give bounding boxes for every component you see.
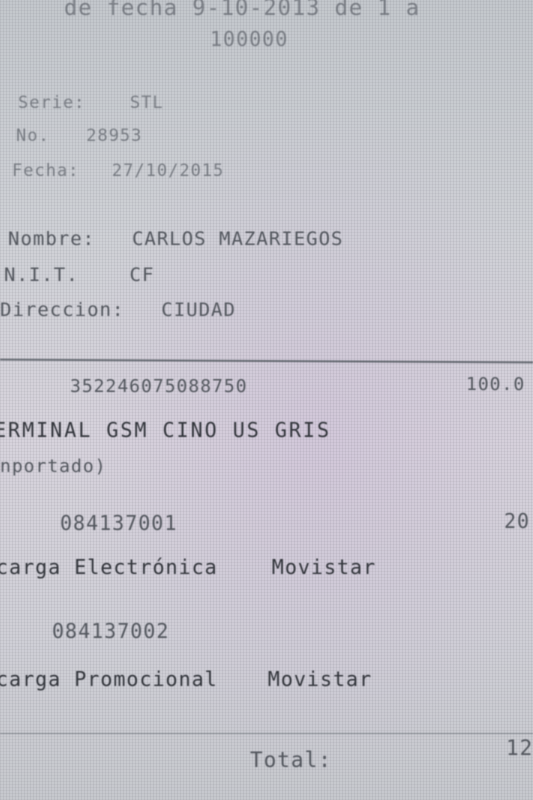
item-1-description: ERMINAL GSM CINO US GRIS [0,418,331,442]
nombre-label: Nombre: [8,228,96,250]
total-value: 12 [506,736,533,760]
item-2-provider: Movistar [271,555,377,579]
serie-value: STL [129,93,164,113]
nit-label: N.I.T. [4,264,79,286]
total-label: Total: [250,748,332,772]
direccion-value: CIUDAD [161,299,236,321]
serie-row: Serie: STL [18,93,164,113]
item-3-code: 084137002 [52,619,170,643]
fecha-row: Fecha: 27/10/2015 [12,161,224,181]
nit-value: CF [129,264,155,286]
fecha-value: 27/10/2015 [111,161,225,181]
item-3-description: carga Promocional [0,667,218,691]
item-3-description-row: carga Promocional Movistar [0,667,372,691]
item-2-code: 084137001 [60,511,178,535]
header-line-1: de fecha 9-10-2013 de 1 a [64,0,421,21]
nit-row: N.I.T. CF [4,264,154,286]
no-label: No. [16,126,50,146]
footer-rule [0,733,533,734]
nombre-value: CARLOS MAZARIEGOS [131,228,344,250]
fecha-label: Fecha: [12,161,80,181]
item-2-description-row: carga Electrónica Movistar [0,555,376,579]
no-value: 28953 [86,126,143,146]
separator-rule [0,358,533,364]
direccion-label: Direccion: [0,299,125,321]
item-1-amount: 100.0 [466,374,526,395]
header-line-2: 100000 [210,27,289,51]
item-1-code: 352246075088750 [70,376,248,397]
item-1-note: nportado) [0,456,107,477]
serie-label: Serie: [18,93,86,113]
direccion-row: Direccion: CIUDAD [0,299,236,321]
receipt-photo: de fecha 9-10-2013 de 1 a 100000 Serie: … [0,0,533,800]
no-row: No. 28953 [16,126,142,146]
item-2-description: carga Electrónica [0,555,218,579]
nombre-row: Nombre: CARLOS MAZARIEGOS [8,228,343,250]
item-2-amount: 20 [504,509,531,533]
item-3-provider: Movistar [267,667,373,691]
